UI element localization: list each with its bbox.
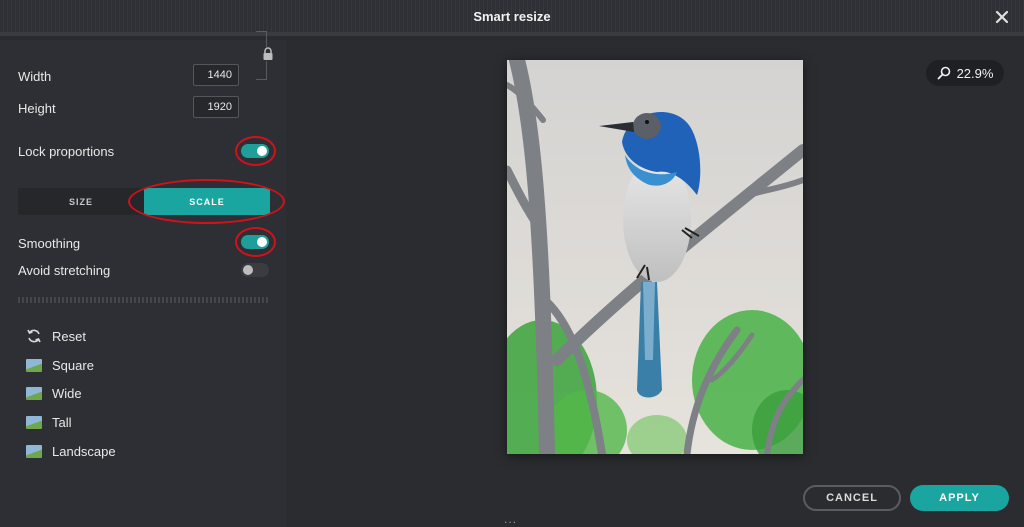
cancel-button[interactable]: CANCEL [803,485,901,511]
preset-label: Wide [52,385,82,401]
zoom-value: 22.9% [956,65,994,81]
preset-label: Landscape [52,443,116,459]
close-icon [995,10,1009,24]
close-button[interactable] [992,7,1012,27]
lock-button[interactable] [262,47,274,61]
image-icon [26,444,42,458]
section-divider [18,297,270,303]
bird-painting [487,52,822,480]
image-icon [26,415,42,429]
preset-label: Tall [52,414,72,430]
more-handle[interactable]: ... [504,512,517,526]
height-input[interactable]: 1920 [193,96,239,118]
preset-square[interactable]: Square [26,356,94,374]
search-icon [937,66,950,80]
image-icon [26,358,42,372]
dialog-title: Smart resize [473,9,551,24]
preset-landscape[interactable]: Landscape [26,442,116,460]
annotation-circle-smoothing [235,227,276,257]
title-bar: Smart resize [0,0,1024,36]
smoothing-label: Smoothing [18,236,81,251]
preset-label: Square [52,357,94,373]
width-input[interactable]: 1440 [193,64,239,86]
avoid-stretching-toggle[interactable] [241,263,269,277]
image-preview[interactable] [487,52,822,480]
reset-icon [26,328,42,344]
toggle-knob [243,265,253,275]
preset-wide[interactable]: Wide [26,384,82,402]
lock-icon [263,47,273,60]
preset-tall[interactable]: Tall [26,413,72,431]
apply-button[interactable]: APPLY [910,485,1009,511]
preset-reset[interactable]: Reset [26,327,86,345]
annotation-circle-scale [128,179,285,224]
height-label: Height [18,101,56,116]
width-label: Width [18,69,52,84]
image-icon [26,386,42,400]
preset-label: Reset [52,328,86,344]
lock-proportions-label: Lock proportions [18,144,115,159]
tab-size[interactable]: SIZE [18,188,144,215]
zoom-indicator[interactable]: 22.9% [926,60,1004,86]
avoid-stretching-label: Avoid stretching [18,263,111,278]
annotation-circle-lock [235,136,276,166]
